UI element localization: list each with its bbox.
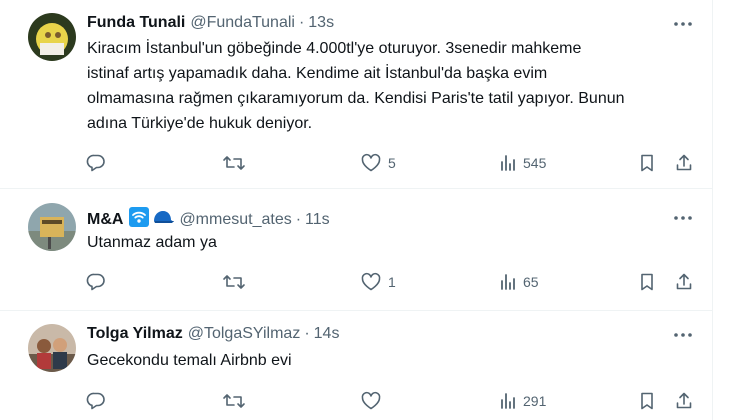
retweet-button[interactable] xyxy=(222,389,246,413)
reply-icon xyxy=(86,272,106,292)
more-icon[interactable] xyxy=(671,325,695,345)
views-count: 65 xyxy=(523,274,539,290)
more-icon[interactable] xyxy=(671,14,695,34)
tweet[interactable]: M&A @mmesut_ates · 11s Utanmaz adam ya 1 xyxy=(0,189,712,310)
share-button[interactable] xyxy=(674,270,694,294)
reply-icon xyxy=(86,391,106,411)
reply-button[interactable] xyxy=(86,389,106,413)
tweet-text: Gecekondu temalı Airbnb evi xyxy=(87,348,687,373)
tweet-actions: 5 545 xyxy=(0,151,712,175)
separator-dot: · xyxy=(295,211,302,228)
like-button[interactable] xyxy=(360,389,388,413)
timestamp[interactable]: 13s xyxy=(308,13,334,33)
avatar[interactable] xyxy=(28,324,76,372)
like-button[interactable]: 1 xyxy=(360,270,396,294)
views-icon xyxy=(499,272,517,292)
like-button[interactable]: 5 xyxy=(360,151,396,175)
bookmark-icon xyxy=(638,272,656,292)
tweet-text-line: Utanmaz adam ya xyxy=(87,234,217,251)
more-icon[interactable] xyxy=(671,208,695,228)
reply-button[interactable] xyxy=(86,270,106,294)
views-button[interactable]: 65 xyxy=(499,270,539,294)
tweet-text: Utanmaz adam ya xyxy=(87,230,687,255)
retweet-icon xyxy=(222,391,246,411)
retweet-button[interactable] xyxy=(222,270,246,294)
timestamp[interactable]: 11s xyxy=(305,210,330,230)
tweet-text-line: Kiracım İstanbul'un göbeğinde 4.000tl'ye… xyxy=(87,40,582,57)
display-name[interactable]: Tolga Yilmaz xyxy=(87,324,183,344)
tweet-text-line: olmamasına rağmen çıkaramıyorum da. Kend… xyxy=(87,90,625,107)
retweet-button[interactable] xyxy=(222,151,246,175)
tweet-actions: 1 65 xyxy=(0,270,712,294)
share-icon xyxy=(674,153,694,173)
timeline-right-border xyxy=(712,0,713,420)
bookmark-icon xyxy=(638,391,656,411)
reply-icon xyxy=(86,153,106,173)
views-icon xyxy=(499,153,517,173)
separator-dot: · xyxy=(298,14,305,31)
timestamp[interactable]: 14s xyxy=(314,324,340,344)
tweet-header: Tolga Yilmaz @TolgaSYilmaz · 14s xyxy=(87,324,339,344)
tweet[interactable]: Funda Tunali @FundaTunali · 13s Kiracım … xyxy=(0,0,712,188)
retweet-icon xyxy=(222,272,246,292)
tweet-header: Funda Tunali @FundaTunali · 13s xyxy=(87,13,334,33)
display-name[interactable]: M&A xyxy=(87,210,123,230)
bookmark-icon xyxy=(638,153,656,173)
views-button[interactable]: 545 xyxy=(499,151,546,175)
tweet-text-line: Gecekondu temalı Airbnb evi xyxy=(87,352,292,369)
views-icon xyxy=(499,391,517,411)
user-handle[interactable]: @mmesut_ates xyxy=(179,210,291,230)
like-count: 5 xyxy=(388,155,396,171)
display-name[interactable]: Funda Tunali xyxy=(87,13,185,33)
avatar[interactable] xyxy=(28,203,76,251)
tweet-text: Kiracım İstanbul'un göbeğinde 4.000tl'ye… xyxy=(87,36,687,136)
tweet-actions: 291 xyxy=(0,389,712,413)
views-count: 545 xyxy=(523,155,547,171)
share-button[interactable] xyxy=(674,389,694,413)
like-icon xyxy=(360,272,382,292)
bookmark-button[interactable] xyxy=(638,389,656,413)
share-button[interactable] xyxy=(674,151,694,175)
bookmark-button[interactable] xyxy=(638,270,656,294)
tweet[interactable]: Tolga Yilmaz @TolgaSYilmaz · 14s Gecekon… xyxy=(0,311,712,420)
user-handle[interactable]: @TolgaSYilmaz xyxy=(188,324,301,344)
like-icon xyxy=(360,391,382,411)
views-button[interactable]: 291 xyxy=(499,389,546,413)
retweet-icon xyxy=(222,153,246,173)
tweet-text-line: istinaf artış yapamadık daha. Kendime ai… xyxy=(87,65,548,82)
share-icon xyxy=(674,391,694,411)
separator-dot: · xyxy=(304,325,310,342)
views-count: 291 xyxy=(523,393,547,409)
like-count: 1 xyxy=(388,274,396,290)
bookmark-button[interactable] xyxy=(638,151,656,175)
like-icon xyxy=(360,153,382,173)
tweet-text-line: adına Türkiye'de hukuk deniyor. xyxy=(87,115,313,132)
avatar[interactable] xyxy=(28,13,76,61)
reply-button[interactable] xyxy=(86,151,106,175)
user-handle[interactable]: @FundaTunali xyxy=(190,13,295,33)
share-icon xyxy=(674,272,694,292)
